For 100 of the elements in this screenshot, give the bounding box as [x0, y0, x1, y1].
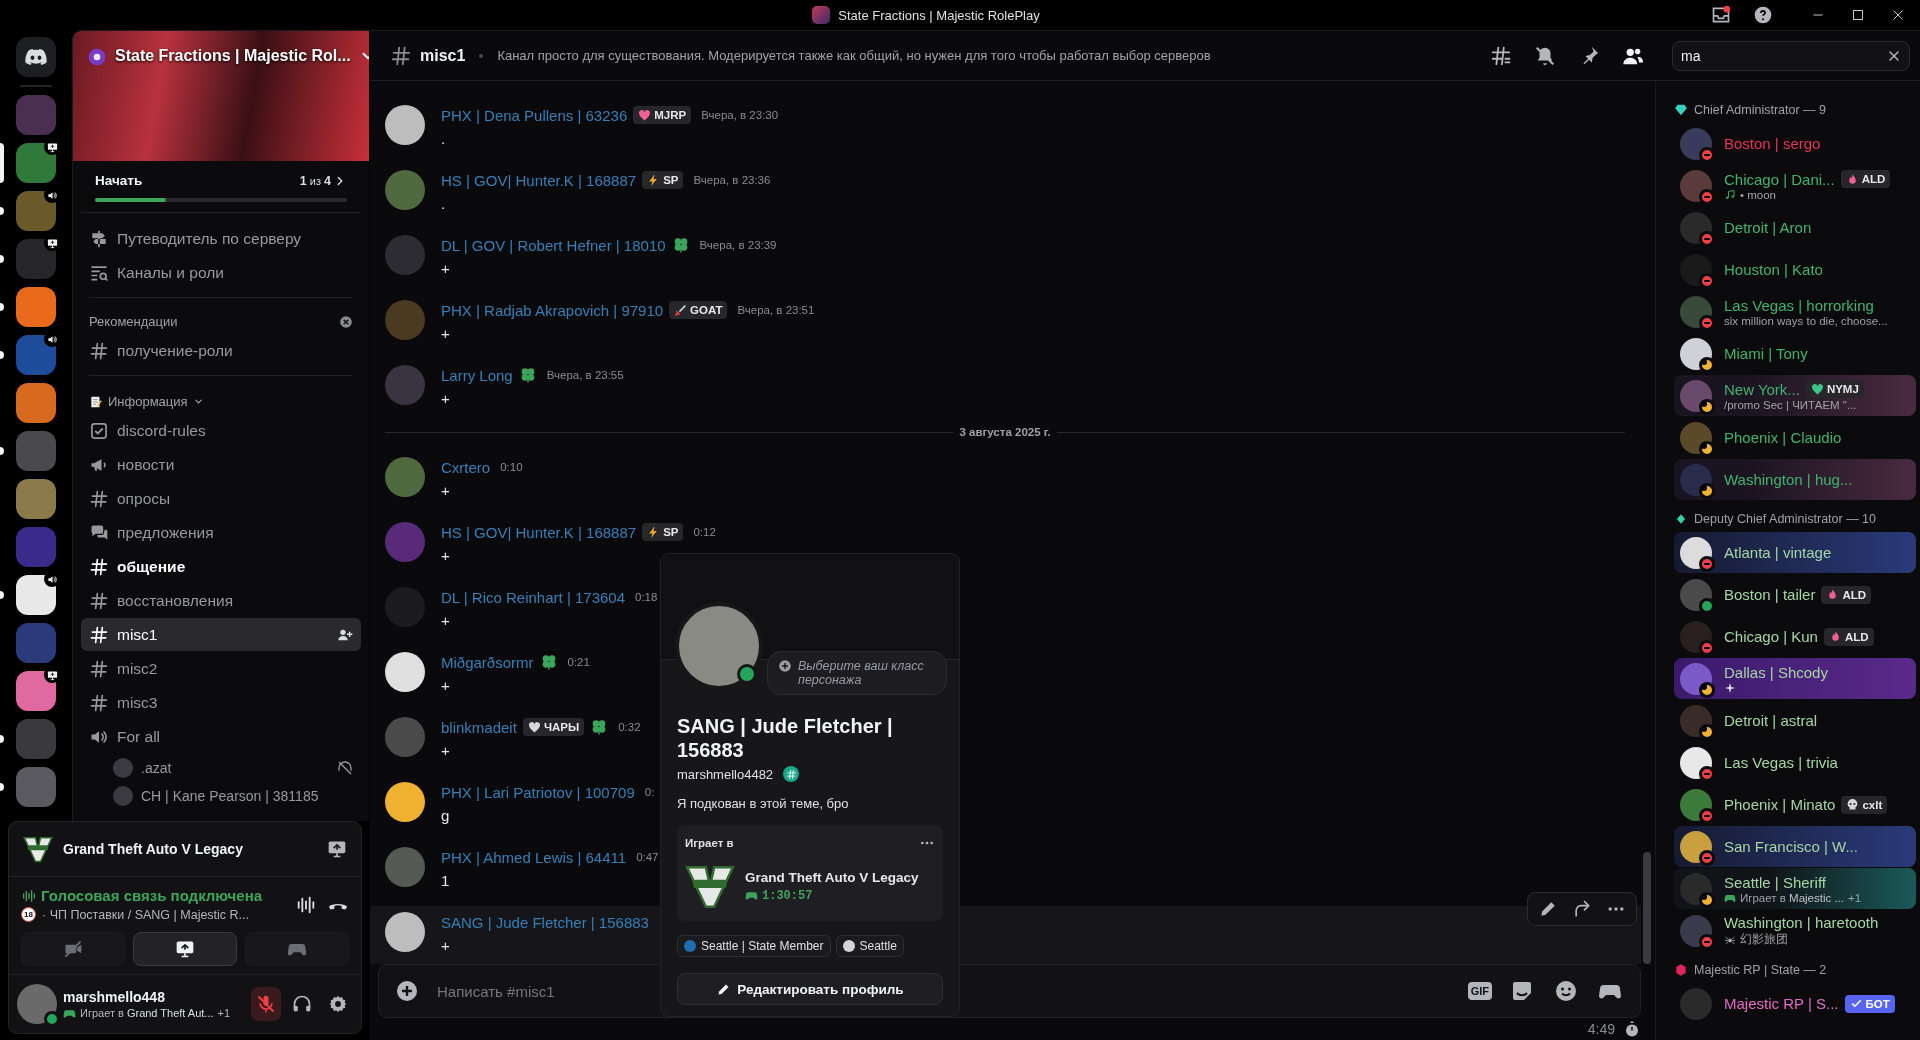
game-title: Grand Theft Auto V Legacy [63, 841, 244, 857]
author-name[interactable]: DL | Rico Reinhart | 173604 [441, 588, 625, 606]
close-icon[interactable] [339, 314, 353, 329]
channel-item[interactable]: предложения [81, 516, 361, 549]
member-banner[interactable]: Atlanta | vintage [1674, 532, 1916, 573]
author-name[interactable]: PHX | Lari Patriotov | 100709 [441, 783, 635, 801]
tag-badge: MJRP [633, 106, 692, 124]
bell-off-icon[interactable] [1534, 44, 1556, 67]
server-icon[interactable] [16, 671, 56, 711]
server-icon[interactable] [16, 575, 56, 615]
mic-button[interactable] [251, 987, 281, 1021]
author-name[interactable]: HS | GOV| Hunter.K | 168887 [441, 523, 637, 541]
plus-icon[interactable] [395, 979, 419, 1003]
member-name[interactable]: Phoenix | Claudio [1724, 429, 1842, 446]
server-icon[interactable] [16, 143, 56, 183]
member-name[interactable]: Seattle | Sheriff [1724, 873, 1826, 891]
channel-item[interactable]: общение [81, 550, 361, 583]
server-icon [812, 6, 831, 24]
member-name[interactable]: Detroit | Aron [1724, 219, 1812, 236]
channel-item[interactable]: получение-роли [81, 334, 361, 367]
server-icon[interactable] [16, 287, 56, 327]
member-name[interactable]: Las Vegas | trivia [1724, 754, 1838, 771]
member-name[interactable]: Chicago | Kun [1724, 628, 1818, 645]
member-name[interactable]: Majestic RP | S... [1724, 995, 1839, 1012]
user-avatar [385, 170, 425, 210]
author-name[interactable]: PHX | Radjab Akrapovich | 97910 [441, 301, 664, 319]
inbox-icon[interactable] [1711, 5, 1731, 25]
channel-item[interactable]: восстановления [81, 584, 361, 617]
message-text: g [441, 807, 451, 824]
camera-off-icon [63, 939, 83, 959]
sticker-icon[interactable] [1510, 979, 1534, 1003]
search-field[interactable]: ma [1672, 40, 1910, 71]
pencil-icon[interactable] [1538, 899, 1558, 919]
nav-item[interactable]: Путеводитель по серверу [81, 222, 361, 255]
member-banner[interactable]: San Francisco | W... [1674, 826, 1916, 867]
member-name[interactable]: New York... [1724, 380, 1800, 398]
status-bubble[interactable]: Выберите ваш класс персонажа [767, 651, 947, 695]
voice-button[interactable] [133, 932, 237, 966]
message-time: Вчера, в 23:30 [701, 109, 779, 121]
channel-item[interactable]: misc1 [81, 618, 361, 651]
author-name[interactable]: HS | GOV| Hunter.K | 168887 [441, 171, 637, 189]
help-icon[interactable] [1753, 5, 1773, 25]
voice-location[interactable]: · ЧП Поставки / SANG | Majestic R... [42, 907, 250, 922]
channel-item[interactable]: misc3 [81, 686, 361, 719]
channel-item[interactable]: discord-rules [81, 414, 361, 447]
role-tag: Seattle [835, 935, 904, 957]
member-name[interactable]: Atlanta | vintage [1724, 544, 1832, 561]
author-name[interactable]: blinkmadeit [441, 718, 517, 736]
author-name[interactable]: DL | GOV | Robert Hefner | 18010 [441, 236, 666, 254]
game-icon [23, 834, 53, 864]
threads-icon[interactable] [1490, 44, 1512, 67]
member-name[interactable]: Boston | sergo [1724, 135, 1821, 152]
gif-button[interactable]: GIF [1467, 982, 1492, 1000]
channel-item[interactable]: опросы [81, 482, 361, 515]
settings-icon[interactable] [328, 994, 348, 1014]
hash-icon [89, 692, 109, 713]
home-button[interactable] [16, 37, 56, 77]
member-name[interactable]: Detroit | astral [1724, 712, 1818, 729]
member-name[interactable]: Washington | haretooth [1724, 914, 1879, 931]
member-name[interactable]: Phoenix | Minato [1724, 796, 1836, 813]
member-name[interactable]: Las Vegas | horrorking [1724, 296, 1874, 314]
author-name[interactable]: Miðgarðsormr [441, 653, 534, 671]
member-banner[interactable]: Seattle | Sheriff Играет в Majestic ... +1 [1674, 868, 1916, 909]
member-name[interactable]: Washington | hug... [1724, 471, 1853, 488]
screen-share-icon [175, 939, 195, 959]
server-icon[interactable] [16, 383, 56, 423]
message-text: + [441, 390, 451, 407]
nav-item[interactable]: Каналы и роли [81, 256, 361, 289]
server-name: State Fractions | Majestic Rol... [115, 47, 351, 65]
member-name[interactable]: Boston | tailer [1724, 586, 1816, 603]
screen-share-icon[interactable] [327, 839, 347, 859]
sword-icon [674, 303, 688, 317]
voice-user[interactable]: .azat [141, 760, 329, 776]
member-name[interactable]: Chicago | Dani... [1724, 170, 1835, 188]
member-banner[interactable]: Washington | hug... [1674, 459, 1916, 500]
member-name[interactable]: Houston | Kato [1724, 261, 1823, 278]
headphones-icon[interactable] [292, 994, 312, 1014]
server-icon[interactable] [16, 239, 56, 279]
emoji-icon[interactable] [1554, 979, 1578, 1003]
forward-icon[interactable] [1572, 899, 1592, 919]
channel-item[interactable]: новости [81, 448, 361, 481]
author-name[interactable]: Larry Long [441, 366, 513, 384]
member-banner[interactable]: New York... NYMJ /promo Sec | ЧИТАЕМ "... [1674, 375, 1916, 416]
voice-user[interactable]: CH | Kane Pearson | 381185 [141, 788, 353, 804]
author-name[interactable]: PHX | Ahmed Lewis | 64411 [441, 848, 627, 866]
author-name[interactable]: PHX | Dena Pullens | 63236 [441, 106, 628, 124]
channel-item[interactable]: For all [81, 720, 361, 753]
channel-item[interactable]: misc2 [81, 652, 361, 685]
message-text: 1 [441, 872, 451, 889]
member-name[interactable]: Miami | Tony [1724, 345, 1808, 362]
edit-profile-button[interactable]: Редактировать профиль [677, 973, 943, 1005]
author-name[interactable]: Cxrtero [441, 458, 491, 476]
member-name[interactable]: Dallas | Shcody [1724, 663, 1828, 681]
member-banner[interactable]: Dallas | Shcody [1674, 658, 1916, 699]
heart-icon [1810, 382, 1824, 396]
group-header: Deputy Chief Administrator — 10 [1694, 512, 1877, 526]
author-name[interactable]: SANG | Jude Fletcher | 156883 [441, 913, 649, 931]
memo-icon [89, 394, 103, 409]
member-name[interactable]: San Francisco | W... [1724, 838, 1858, 855]
category-header[interactable]: Информация [108, 394, 188, 409]
